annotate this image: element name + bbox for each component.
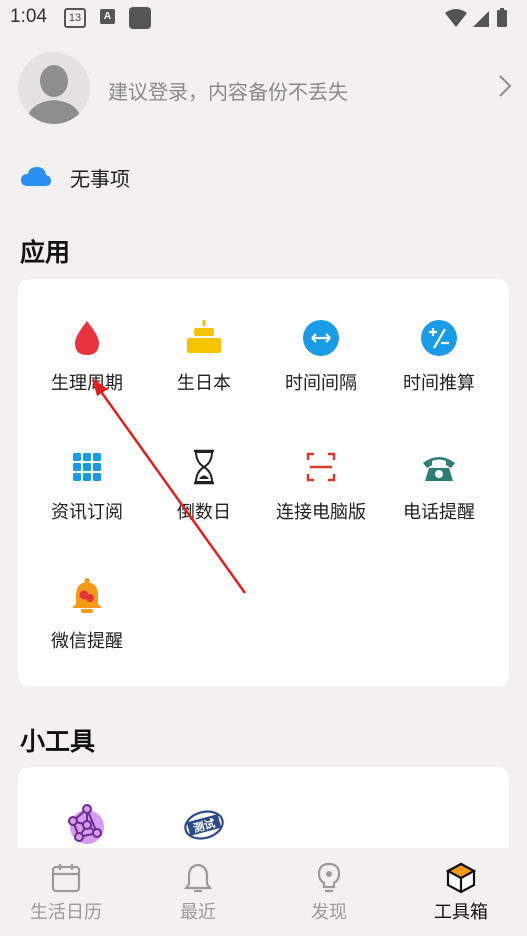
app-wechat-reminder[interactable]: 微信提醒 bbox=[27, 577, 147, 667]
nav-label: 最近 bbox=[180, 902, 216, 923]
app-birthday-book[interactable]: 生日本 bbox=[144, 319, 264, 409]
app-label: 微信提醒 bbox=[51, 631, 123, 652]
app-connect-pc[interactable]: 连接电脑版 bbox=[261, 448, 381, 538]
app-label: 连接电脑版 bbox=[276, 502, 366, 523]
bottom-nav: 生活日历 最近 发现 工具箱 bbox=[0, 848, 527, 936]
nav-label: 发现 bbox=[311, 902, 347, 923]
todo-text: 无事项 bbox=[70, 167, 130, 191]
test-stamp-icon: 测试 bbox=[184, 810, 224, 840]
app-label: 时间推算 bbox=[403, 373, 475, 394]
grid-icon bbox=[73, 453, 101, 481]
status-bar: 1:04 13 A bbox=[0, 0, 527, 36]
apps-section-title: 应用 bbox=[20, 238, 71, 267]
default-avatar-icon bbox=[18, 52, 90, 124]
nav-recent[interactable]: 最近 bbox=[143, 862, 253, 932]
app-time-calculate[interactable]: 时间推算 bbox=[379, 319, 499, 409]
calendar-notification-icon: 13 bbox=[64, 8, 86, 28]
app-news-subscribe[interactable]: 资讯订阅 bbox=[27, 448, 147, 538]
bell-icon bbox=[72, 578, 102, 613]
chevron-right-icon bbox=[499, 75, 512, 97]
bell-icon bbox=[183, 863, 213, 893]
box-icon bbox=[446, 862, 476, 894]
app-phone-reminder[interactable]: 电话提醒 bbox=[379, 448, 499, 538]
app-notification-icon bbox=[129, 7, 151, 29]
app-label: 时间间隔 bbox=[285, 373, 357, 394]
blood-drop-icon bbox=[75, 321, 99, 355]
battery-icon bbox=[497, 10, 507, 27]
app-label: 倒数日 bbox=[177, 502, 231, 523]
hourglass-icon bbox=[194, 449, 214, 485]
calendar-icon bbox=[51, 864, 81, 893]
plus-minus-icon bbox=[421, 320, 457, 356]
a-notification-icon: A bbox=[100, 9, 115, 24]
signal-wifi-battery-icons bbox=[445, 8, 507, 27]
lightbulb-icon bbox=[317, 862, 341, 893]
molecule-icon bbox=[68, 804, 104, 844]
birthday-cake-icon bbox=[187, 320, 221, 353]
app-menstrual-cycle[interactable]: 生理周期 bbox=[27, 319, 147, 409]
todo-row[interactable]: 无事项 bbox=[20, 160, 320, 194]
nav-toolbox[interactable]: 工具箱 bbox=[406, 862, 516, 932]
login-row[interactable]: 建议登录，内容备份不丢失 bbox=[18, 52, 518, 126]
app-label: 生理周期 bbox=[51, 373, 123, 394]
nav-label: 工具箱 bbox=[434, 902, 488, 923]
app-time-interval[interactable]: 时间间隔 bbox=[261, 319, 381, 409]
app-label: 生日本 bbox=[177, 373, 231, 394]
status-time: 1:04 bbox=[10, 6, 47, 27]
wifi-icon bbox=[445, 9, 467, 27]
app-label: 电话提醒 bbox=[403, 502, 475, 523]
apps-card: 生理周期 生日本 时间间隔 时间推算 资讯订阅 倒数日 连接电脑版 电话提醒 微… bbox=[18, 279, 509, 687]
nav-label: 生活日历 bbox=[30, 902, 102, 923]
scan-frame-icon bbox=[306, 452, 336, 482]
login-prompt: 建议登录，内容备份不丢失 bbox=[108, 80, 348, 104]
nav-discover[interactable]: 发现 bbox=[274, 862, 384, 932]
signal-icon bbox=[473, 11, 489, 27]
app-label: 资讯订阅 bbox=[51, 502, 123, 523]
telephone-icon bbox=[423, 457, 455, 481]
nav-life-calendar[interactable]: 生活日历 bbox=[11, 862, 121, 932]
avatar[interactable] bbox=[18, 52, 90, 124]
interval-arrows-icon bbox=[303, 320, 339, 356]
tools-section-title: 小工具 bbox=[20, 727, 96, 756]
app-countdown[interactable]: 倒数日 bbox=[144, 448, 264, 538]
cloud-icon bbox=[21, 167, 51, 186]
